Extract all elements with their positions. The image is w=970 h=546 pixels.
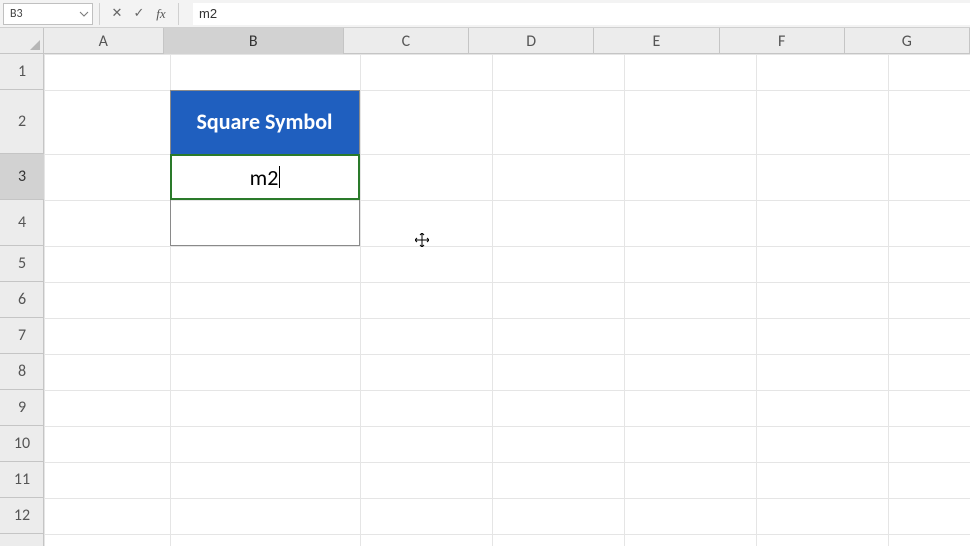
spreadsheet-grid[interactable]: ABCDEFG 123456789101112 Square Symbolm2: [0, 28, 970, 546]
row-header[interactable]: 12: [0, 498, 44, 534]
fx-button[interactable]: fx: [150, 3, 172, 25]
row-header[interactable]: 6: [0, 282, 44, 318]
confirm-button[interactable]: ✓: [128, 3, 150, 25]
column-header[interactable]: E: [594, 28, 719, 54]
text-caret: [279, 166, 280, 188]
row-header[interactable]: 4: [0, 200, 44, 246]
column-header[interactable]: C: [344, 28, 469, 54]
divider: [99, 3, 100, 25]
row-header[interactable]: 5: [0, 246, 44, 282]
column-header[interactable]: A: [44, 28, 164, 54]
row-header[interactable]: 1: [0, 54, 44, 90]
row-header[interactable]: 10: [0, 426, 44, 462]
formula-input[interactable]: [193, 3, 970, 25]
column-header[interactable]: D: [469, 28, 594, 54]
select-all-triangle[interactable]: [0, 28, 44, 54]
cell[interactable]: Square Symbol: [170, 90, 360, 154]
row-header[interactable]: 8: [0, 354, 44, 390]
divider: [178, 3, 179, 25]
chevron-down-icon[interactable]: [79, 9, 89, 19]
name-box[interactable]: B3: [3, 3, 93, 25]
column-header[interactable]: G: [845, 28, 970, 54]
active-cell[interactable]: m2: [170, 154, 360, 200]
formula-bar: B3 ✕ ✓ fx: [0, 0, 970, 28]
row-header[interactable]: 7: [0, 318, 44, 354]
cell-text: m2: [250, 164, 279, 191]
fx-icon: fx: [156, 6, 165, 22]
column-header[interactable]: B: [164, 28, 344, 54]
column-header[interactable]: F: [720, 28, 845, 54]
row-header[interactable]: 2: [0, 90, 44, 154]
cancel-button[interactable]: ✕: [106, 3, 128, 25]
close-icon: ✕: [112, 6, 123, 21]
row-header[interactable]: 11: [0, 462, 44, 498]
check-icon: ✓: [134, 6, 145, 21]
name-box-value: B3: [10, 7, 23, 21]
row-header[interactable]: 3: [0, 154, 44, 200]
row-header[interactable]: 9: [0, 390, 44, 426]
